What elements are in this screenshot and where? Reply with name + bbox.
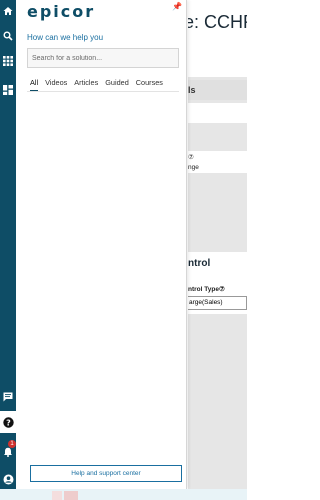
background-select-field[interactable]: arge(Sales) xyxy=(188,296,247,310)
help-panel: epicor 📌 How can we help you All Videos … xyxy=(17,0,187,489)
background-section-header-2: ntrol xyxy=(188,258,211,269)
bottom-strip xyxy=(0,489,247,500)
notifications-bell-icon[interactable]: 1 xyxy=(0,440,16,463)
side-nav-rail: ? 1 xyxy=(0,0,16,489)
background-row xyxy=(188,103,247,123)
bottom-strip-button[interactable] xyxy=(64,491,78,500)
tab-all[interactable]: All xyxy=(30,78,39,91)
help-panel-title: How can we help you xyxy=(27,33,104,42)
background-page: e: CCHR ls ⑦ nge ntrol ntrol Type⑦ arge(… xyxy=(188,0,247,489)
tabs-divider xyxy=(27,91,179,92)
background-help-icon[interactable]: ⑦ xyxy=(188,153,194,161)
tab-articles[interactable]: Articles xyxy=(74,78,98,91)
help-icon[interactable]: ? xyxy=(0,411,16,433)
search-icon[interactable] xyxy=(0,25,16,47)
help-support-center-button[interactable]: Help and support center xyxy=(30,465,182,482)
apps-grid-icon[interactable] xyxy=(0,50,16,72)
bottom-strip-button[interactable] xyxy=(52,491,62,500)
background-field-label: nge xyxy=(188,164,199,171)
svg-text:?: ? xyxy=(6,418,11,427)
background-field-label-2: ntrol Type⑦ xyxy=(188,286,225,293)
epicor-logo: epicor xyxy=(27,2,96,21)
chat-icon[interactable] xyxy=(0,386,16,408)
dashboard-icon[interactable] xyxy=(0,79,16,101)
solution-search-input[interactable] xyxy=(27,48,179,68)
user-avatar-icon[interactable] xyxy=(0,468,16,490)
background-section-header: ls xyxy=(188,80,247,100)
background-page-title: e: CCHR xyxy=(188,12,247,32)
tab-courses[interactable]: Courses xyxy=(136,78,163,91)
home-icon[interactable] xyxy=(0,0,16,22)
notification-count-badge: 1 xyxy=(8,440,16,448)
tab-guided[interactable]: Guided xyxy=(105,78,129,91)
pin-icon[interactable]: 📌 xyxy=(172,2,182,11)
content-type-tabs: All Videos Articles Guided Courses xyxy=(30,78,163,91)
tab-videos[interactable]: Videos xyxy=(45,78,67,91)
